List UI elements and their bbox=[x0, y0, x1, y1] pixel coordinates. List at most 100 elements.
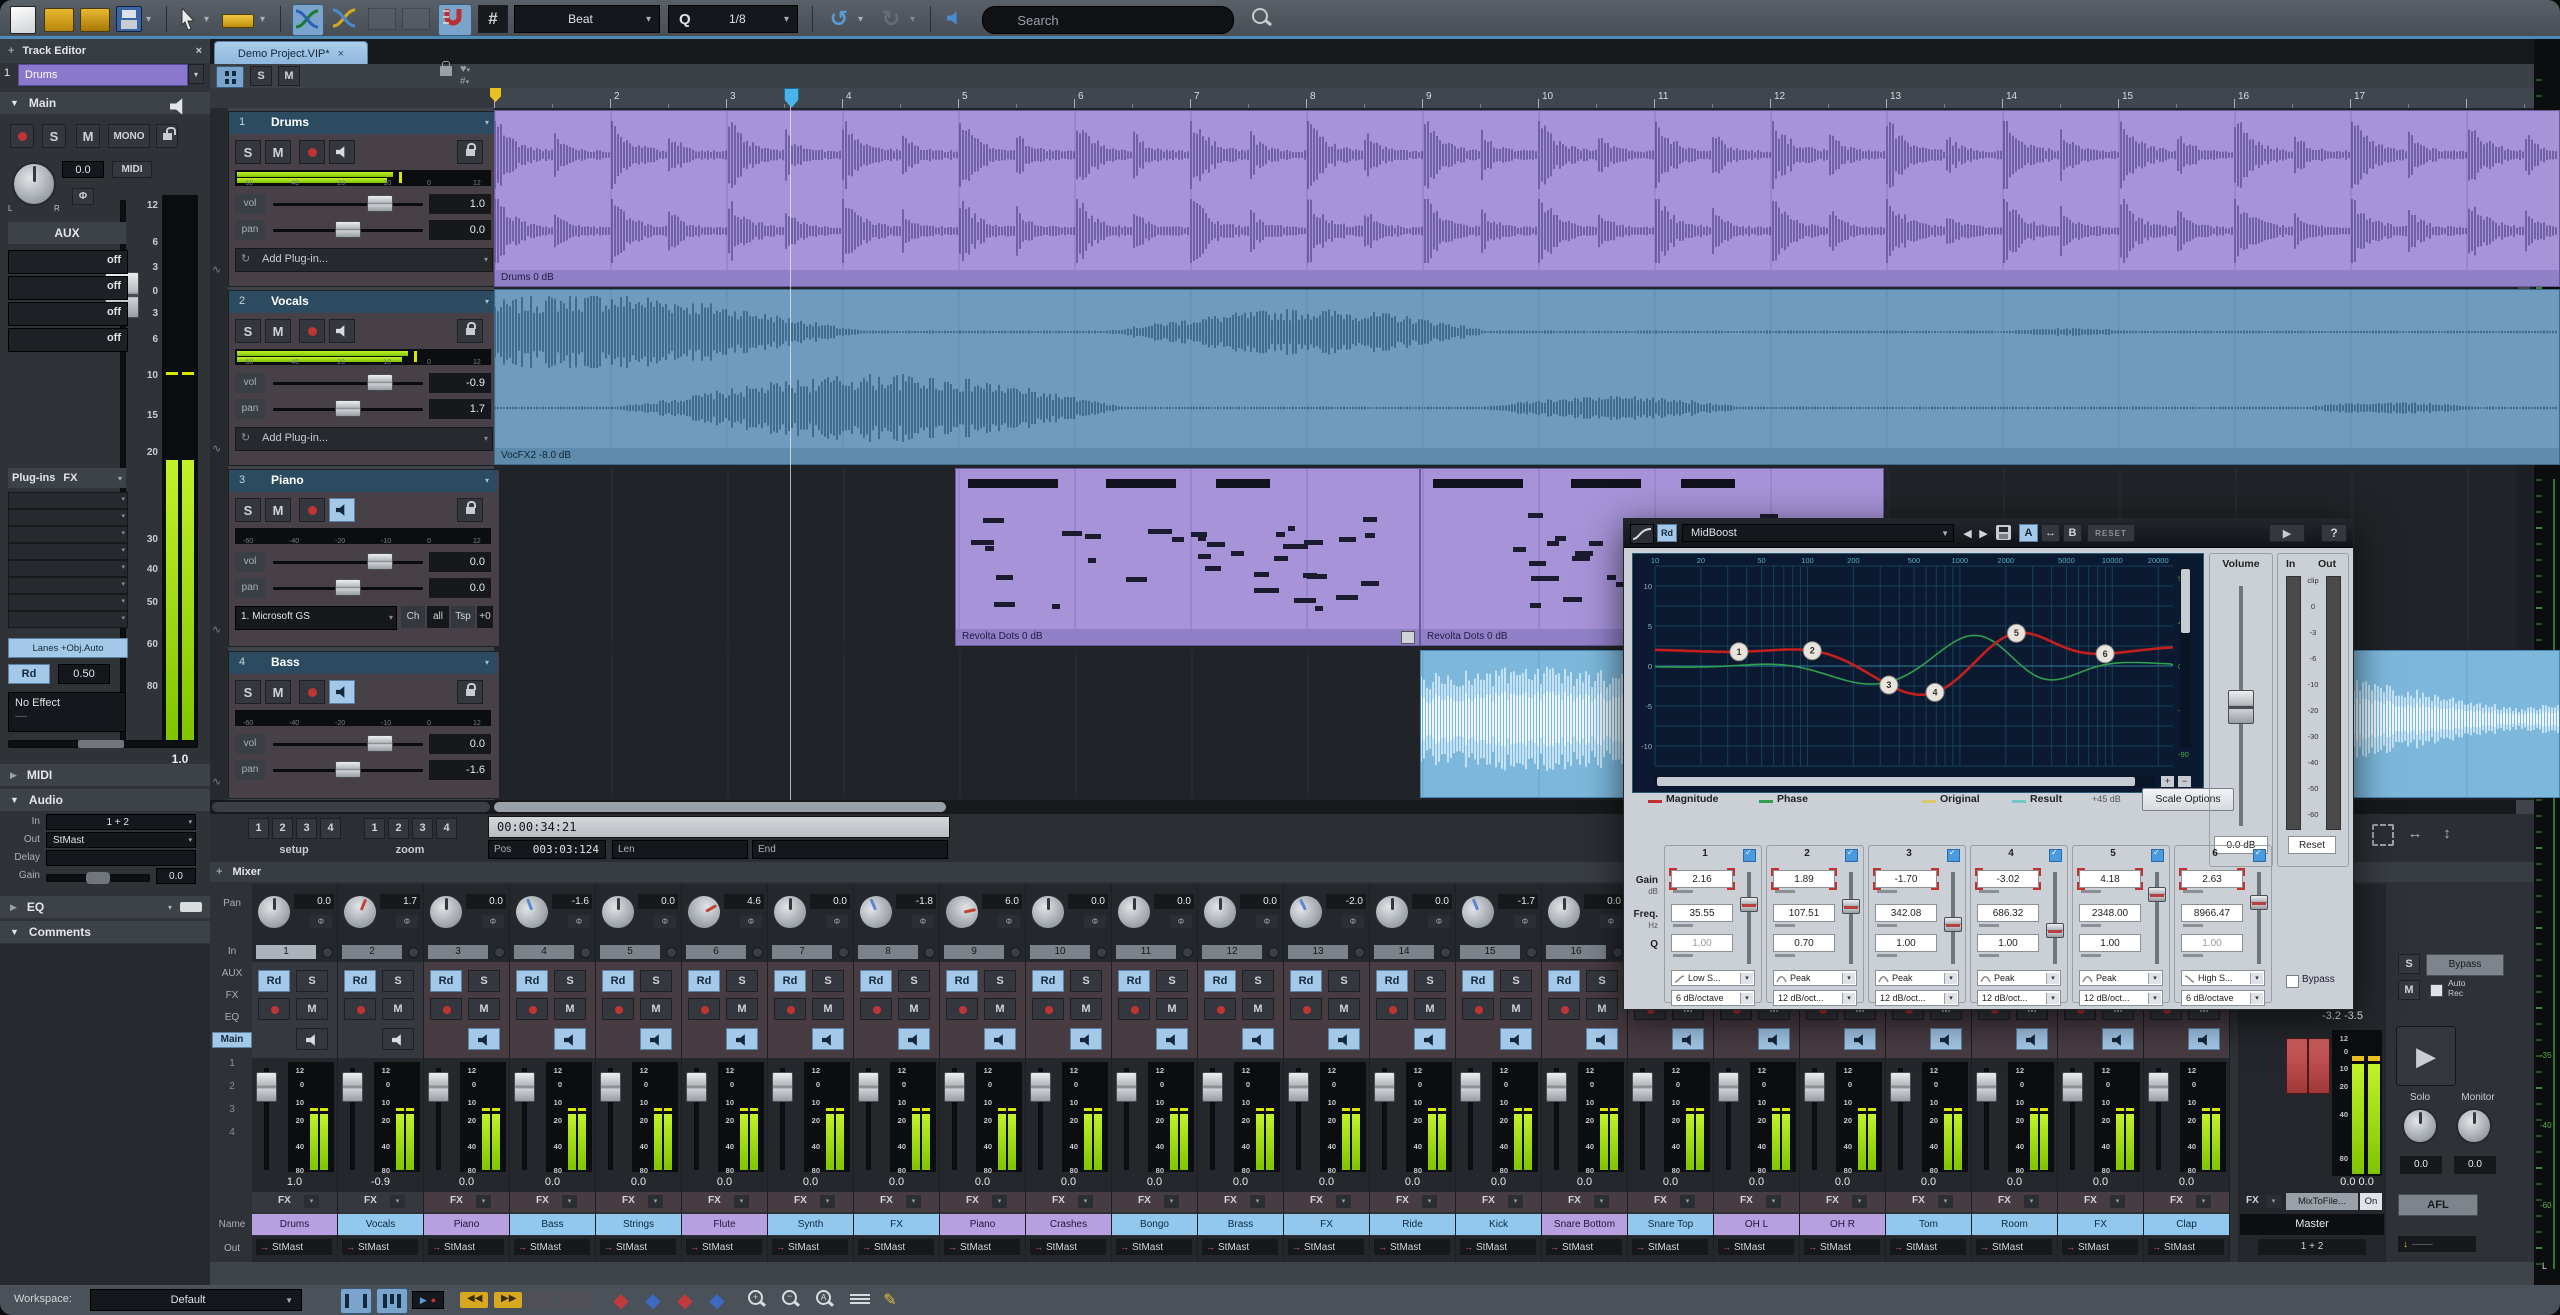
track-collapse-icon[interactable]: ▾ bbox=[485, 658, 489, 667]
channel-phase-button[interactable]: Φ bbox=[568, 915, 590, 928]
mono-button[interactable]: MONO bbox=[108, 124, 150, 148]
band-freq-value[interactable]: 35.55 bbox=[1671, 904, 1733, 922]
channel-fx-button[interactable]: FX bbox=[278, 1195, 291, 1206]
transport-console-button[interactable]: ▶● bbox=[412, 1291, 444, 1309]
channel-name[interactable]: Synth bbox=[768, 1214, 853, 1235]
import-button[interactable] bbox=[80, 8, 110, 32]
channel-output-select[interactable]: →StMast bbox=[772, 1239, 848, 1255]
channel-fader-value[interactable]: 0.0 bbox=[1628, 1176, 1713, 1192]
band-q-value[interactable]: 1.00 bbox=[2079, 934, 2141, 952]
channel-fx-button[interactable]: FX bbox=[364, 1195, 377, 1206]
band-type-select[interactable]: Peak▾ bbox=[1773, 970, 1857, 986]
channel-output-select[interactable]: →StMast bbox=[1030, 1239, 1106, 1255]
band-gain-mini-slider[interactable] bbox=[1979, 890, 1999, 893]
channel-fx-button[interactable]: FX bbox=[1568, 1195, 1581, 1206]
channel-read-button[interactable]: Rd bbox=[1204, 970, 1236, 992]
track-collapse-icon[interactable]: ▾ bbox=[485, 297, 489, 306]
channel-fader-handle[interactable] bbox=[428, 1072, 449, 1102]
channel-fx-button[interactable]: FX bbox=[880, 1195, 893, 1206]
eq-mini-display[interactable] bbox=[180, 902, 202, 912]
channel-pan-value[interactable]: -1.6 bbox=[552, 894, 592, 909]
band-gain-value[interactable]: 2.63 bbox=[2181, 870, 2243, 888]
master-mute-button[interactable]: M bbox=[2398, 980, 2420, 1000]
project-tab[interactable]: Demo Project.VIP*× bbox=[214, 41, 368, 66]
channel-number[interactable]: 16 bbox=[1546, 945, 1606, 959]
fit-view-icon[interactable] bbox=[2372, 824, 2394, 846]
track-title-bar[interactable]: 1Drums▾ bbox=[229, 112, 497, 134]
track-grid-mode-button[interactable] bbox=[216, 66, 244, 88]
channel-number[interactable]: 7 bbox=[772, 945, 832, 959]
channel-pan-value[interactable]: 0.0 bbox=[1412, 894, 1452, 909]
band-q-value[interactable]: 1.00 bbox=[1671, 934, 1733, 952]
channel-fx-button[interactable]: FX bbox=[1310, 1195, 1323, 1206]
track-record-button[interactable] bbox=[299, 498, 325, 522]
track-volume-slider[interactable] bbox=[367, 374, 393, 391]
track-monitor-button[interactable] bbox=[329, 680, 355, 704]
channel-name[interactable]: Drums bbox=[252, 1214, 337, 1235]
zoom-all-icon[interactable]: A bbox=[816, 1290, 838, 1310]
channel-fader-value[interactable]: 0.0 bbox=[510, 1176, 595, 1192]
track-monitor-button[interactable] bbox=[329, 140, 355, 164]
channel-record-button[interactable] bbox=[258, 998, 290, 1020]
new-file-button[interactable] bbox=[10, 6, 36, 34]
channel-output-select[interactable]: →StMast bbox=[1804, 1239, 1880, 1255]
channel-fader-value[interactable]: 0.0 bbox=[1886, 1176, 1971, 1192]
band-slider-track[interactable] bbox=[2053, 872, 2057, 964]
channel-monitor-button[interactable] bbox=[898, 1028, 930, 1050]
channel-fx-button[interactable]: FX bbox=[794, 1195, 807, 1206]
track-solo-button[interactable]: S bbox=[235, 140, 261, 164]
monitor-speaker-icon[interactable] bbox=[168, 96, 192, 118]
channel-pan-knob[interactable] bbox=[1546, 894, 1582, 930]
eq-setup-a-button[interactable]: A bbox=[2019, 524, 2038, 542]
track-lock-button[interactable] bbox=[457, 680, 483, 704]
band-enable-checkbox[interactable]: ✓ bbox=[1947, 849, 1960, 862]
channel-read-button[interactable]: Rd bbox=[688, 970, 720, 992]
monitor-route-select[interactable]: ↓------- bbox=[2398, 1236, 2476, 1252]
channel-record-button[interactable] bbox=[860, 998, 892, 1020]
band-enable-checkbox[interactable]: ✓ bbox=[2151, 849, 2164, 862]
channel-number[interactable]: 10 bbox=[1030, 945, 1090, 959]
channel-phase-button[interactable]: Φ bbox=[1256, 915, 1278, 928]
master-fx-button[interactable]: FX bbox=[2246, 1195, 2259, 1206]
channel-pan-value[interactable]: -1.7 bbox=[1498, 894, 1538, 909]
channel-mute-button[interactable]: M bbox=[812, 998, 844, 1020]
channel-fader-handle[interactable] bbox=[256, 1072, 277, 1102]
band-enable-checkbox[interactable]: ✓ bbox=[1743, 849, 1756, 862]
plugin-cycle-icon[interactable]: ↻ bbox=[241, 252, 250, 265]
channel-input-icon[interactable] bbox=[1354, 947, 1365, 958]
track-pan-value[interactable]: 0.0 bbox=[429, 220, 491, 240]
length-field[interactable]: Len bbox=[612, 840, 748, 859]
plugin-slot-dropdown-icon[interactable]: ▾ bbox=[121, 614, 125, 622]
mixer-view-fx[interactable]: FX bbox=[212, 990, 252, 1001]
mixer-view-eq[interactable]: EQ bbox=[212, 1012, 252, 1023]
channel-input-icon[interactable] bbox=[1010, 947, 1021, 958]
band-type-dropdown-icon[interactable]: ▾ bbox=[1740, 973, 1753, 984]
channel-fader-value[interactable]: 0.0 bbox=[940, 1176, 1025, 1192]
channel-monitor-button[interactable] bbox=[1500, 1028, 1532, 1050]
track-volume-slider[interactable] bbox=[367, 735, 393, 752]
band-type-select[interactable]: Peak▾ bbox=[1977, 970, 2061, 986]
channel-name[interactable]: Bass bbox=[510, 1214, 595, 1235]
channel-phase-button[interactable]: Φ bbox=[1600, 915, 1622, 928]
band-slider-handle[interactable] bbox=[1944, 917, 1962, 932]
header-lock-icon[interactable] bbox=[440, 66, 452, 76]
channel-solo-button[interactable]: S bbox=[1242, 970, 1274, 992]
band-q-value[interactable]: 0.70 bbox=[1773, 934, 1835, 952]
mixer-view-main[interactable]: Main bbox=[212, 1032, 252, 1048]
band-type-dropdown-icon[interactable]: ▾ bbox=[2148, 973, 2161, 984]
channel-output-select[interactable]: →StMast bbox=[1890, 1239, 1966, 1255]
channel-fader-value[interactable]: 0.0 bbox=[854, 1176, 939, 1192]
band-gain-value[interactable]: 4.18 bbox=[2079, 870, 2141, 888]
channel-mute-button[interactable]: M bbox=[1500, 998, 1532, 1020]
open-project-button[interactable] bbox=[44, 8, 74, 32]
channel-number[interactable]: 6 bbox=[686, 945, 746, 959]
channel-number[interactable]: 11 bbox=[1116, 945, 1176, 959]
channel-name[interactable]: Flute bbox=[682, 1214, 767, 1235]
channel-solo-button[interactable]: S bbox=[1070, 970, 1102, 992]
master-play-button[interactable]: ▶ bbox=[2396, 1026, 2456, 1086]
band-q-mini-slider[interactable] bbox=[2183, 954, 2203, 957]
aux-send-slot[interactable]: off bbox=[8, 328, 128, 352]
undo-button[interactable]: ↺ bbox=[824, 4, 854, 34]
v-scroll-mode-icon[interactable]: ↕ bbox=[2436, 822, 2458, 844]
band-freq-value[interactable]: 342.08 bbox=[1875, 904, 1937, 922]
